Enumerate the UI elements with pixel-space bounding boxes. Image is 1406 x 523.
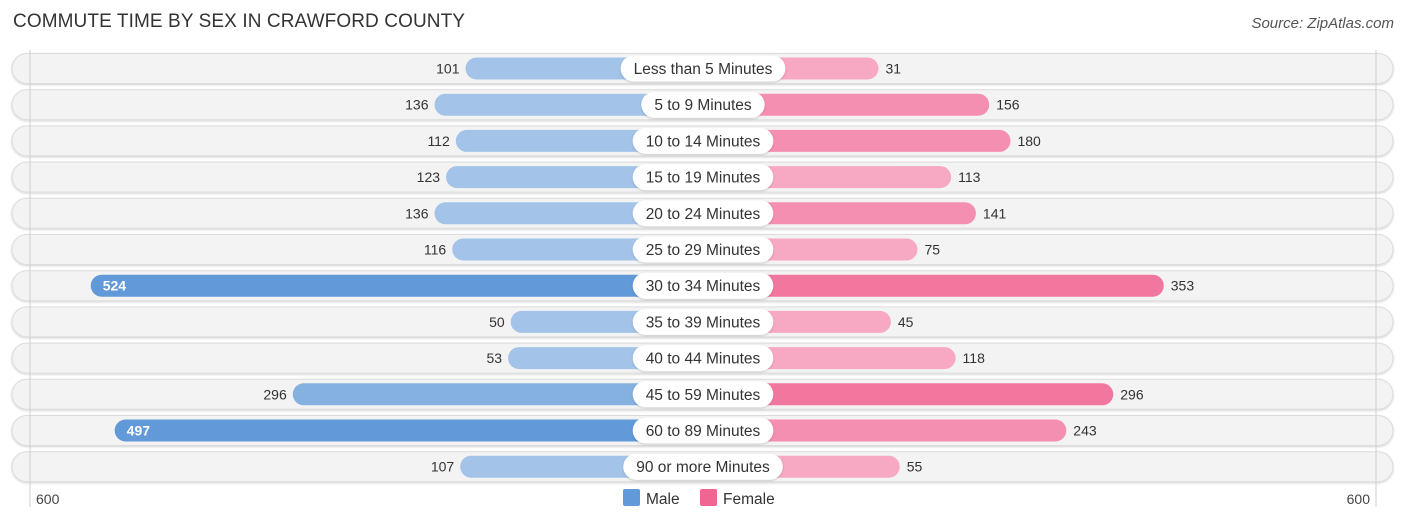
category-label: 5 to 9 Minutes [641,91,765,118]
category-label: 60 to 89 Minutes [632,417,774,444]
value-label-female: 75 [924,242,940,258]
category-label: 30 to 34 Minutes [632,272,774,299]
category-label-text: 45 to 59 Minutes [646,387,761,404]
category-label-text: 20 to 24 Minutes [646,206,761,223]
legend-swatch-female [700,489,717,506]
value-label-female: 141 [983,205,1007,221]
axis-tick-right: 600 [1347,491,1371,507]
category-label: 90 or more Minutes [623,453,783,480]
value-label-female: 118 [963,350,986,366]
value-label-male: 101 [436,61,460,77]
value-label-male: 524 [103,278,127,294]
category-label-text: 60 to 89 Minutes [646,423,761,440]
category-label: 45 to 59 Minutes [632,381,774,408]
value-label-male: 136 [405,97,429,113]
category-label-text: 35 to 39 Minutes [646,314,761,331]
value-label-male: 123 [417,169,441,185]
value-label-female: 113 [958,169,981,185]
category-label-text: 30 to 34 Minutes [646,278,761,295]
legend-label-female: Female [723,491,775,508]
category-label: 35 to 39 Minutes [632,308,774,335]
category-label-text: 10 to 14 Minutes [646,133,761,150]
category-label: Less than 5 Minutes [620,55,786,82]
value-label-male: 296 [263,386,287,402]
value-label-female: 180 [1017,133,1041,149]
category-label-text: 40 to 44 Minutes [646,351,761,368]
category-label-text: 15 to 19 Minutes [646,170,761,187]
category-label: 10 to 14 Minutes [632,127,774,154]
value-label-female: 156 [996,97,1020,113]
value-label-female: 31 [885,61,901,77]
category-label: 25 to 29 Minutes [632,236,774,263]
value-label-male: 116 [424,242,447,258]
axis-tick-left: 600 [36,491,60,507]
legend-label-male: Male [646,491,680,508]
value-label-male: 53 [486,350,502,366]
legend-swatch-male [623,489,640,506]
bar-male [114,419,703,442]
category-label: 15 to 19 Minutes [632,164,774,191]
value-label-male: 107 [431,459,455,475]
legend: Male Female [623,489,775,508]
value-label-male: 112 [427,133,450,149]
value-label-female: 353 [1171,278,1195,294]
category-label: 40 to 44 Minutes [632,345,774,372]
category-label-text: Less than 5 Minutes [634,61,773,78]
category-label-text: 25 to 29 Minutes [646,242,761,259]
value-label-female: 45 [898,314,914,330]
value-label-female: 243 [1073,423,1097,439]
category-label: 20 to 24 Minutes [632,200,774,227]
value-label-female: 55 [907,459,923,475]
category-label-text: 5 to 9 Minutes [654,97,752,114]
category-label-text: 90 or more Minutes [636,459,770,476]
value-label-male: 136 [405,205,429,221]
value-label-male: 497 [127,423,151,439]
value-label-female: 296 [1120,386,1144,402]
value-label-male: 50 [489,314,505,330]
chart: 101 31 Less than 5 Minutes 136 156 5 to 9 Min… [11,50,1394,508]
bar-male [90,274,703,297]
